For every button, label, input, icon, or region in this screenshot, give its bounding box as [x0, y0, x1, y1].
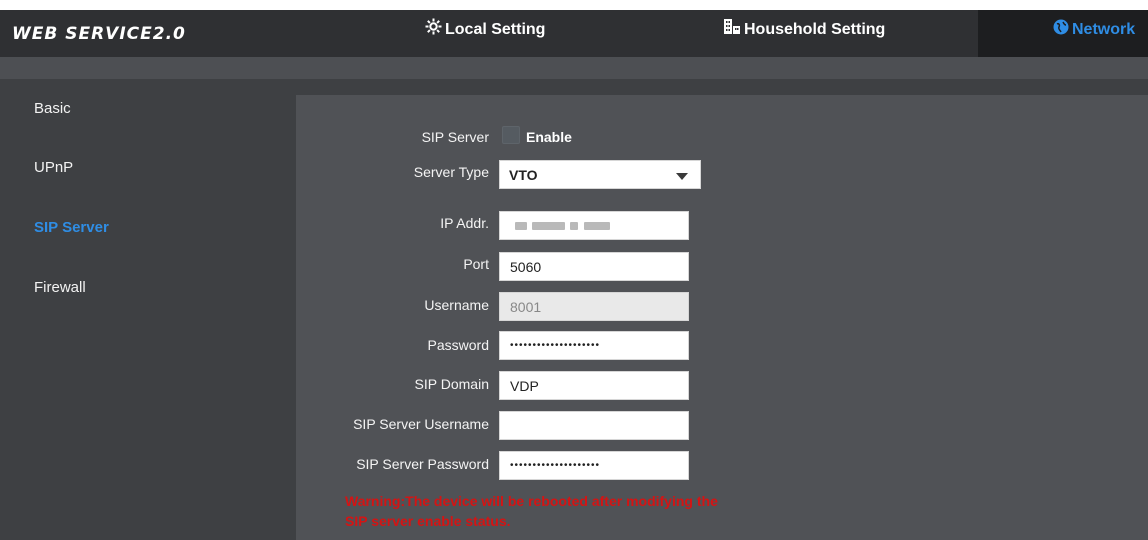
warning-line-1: Warning:The device will be rebooted afte… — [345, 493, 718, 509]
sidebar-item-basic[interactable]: Basic — [34, 100, 71, 117]
sip-domain-label: SIP Domain — [414, 376, 489, 392]
chevron-down-icon — [676, 173, 688, 180]
tab-household-setting[interactable]: Household Setting — [723, 16, 885, 44]
password-label: Password — [427, 337, 489, 353]
tab-local-setting[interactable]: Local Setting — [425, 16, 545, 44]
warning-line-2: SIP server enable status. — [345, 513, 511, 529]
port-field[interactable]: 5060 — [499, 252, 689, 281]
server-type-select[interactable]: VTO — [499, 160, 701, 189]
ip-addr-field[interactable] — [499, 211, 689, 240]
sidebar: Basic UPnP SIP Server Firewall — [0, 79, 296, 540]
gear-icon — [425, 18, 442, 42]
redacted-ip-segment — [584, 222, 610, 230]
username-label: Username — [424, 297, 489, 313]
server-type-label: Server Type — [413, 164, 489, 180]
tab-network[interactable]: Network — [1053, 16, 1135, 44]
sip-server-password-field[interactable]: •••••••••••••••••••• — [499, 451, 689, 480]
sip-server-enable-checkbox[interactable] — [502, 126, 520, 144]
tab-local-setting-label: Local Setting — [445, 21, 546, 38]
warning-message: Warning:The device will be rebooted afte… — [345, 491, 805, 531]
sip-server-label: SIP Server — [421, 129, 489, 145]
sip-server-username-label: SIP Server Username — [353, 416, 489, 432]
globe-icon — [1053, 19, 1069, 42]
server-type-value: VTO — [509, 167, 538, 183]
sip-server-password-label: SIP Server Password — [356, 456, 489, 472]
sidebar-item-upnp[interactable]: UPnP — [34, 159, 73, 176]
sip-domain-field[interactable]: VDP — [499, 371, 689, 400]
ip-addr-label: IP Addr. — [440, 215, 489, 231]
port-label: Port — [463, 256, 489, 272]
password-field[interactable]: •••••••••••••••••••• — [499, 331, 689, 360]
redacted-ip-segment — [532, 222, 565, 230]
sidebar-item-sip-server[interactable]: SIP Server — [34, 219, 109, 236]
building-icon — [723, 18, 741, 42]
redacted-ip-segment — [570, 222, 578, 230]
logo: WEB SERVICE2.0 — [12, 24, 186, 44]
tab-network-label: Network — [1072, 21, 1136, 38]
sub-header-bar — [0, 57, 1148, 79]
username-field[interactable]: 8001 — [499, 292, 689, 321]
enable-label: Enable — [526, 129, 572, 145]
sip-server-username-field[interactable] — [499, 411, 689, 440]
redacted-ip-segment — [515, 222, 527, 230]
content-top-strip — [296, 79, 1148, 95]
top-navigation-bar: WEB SERVICE2.0 Local Setting Household S… — [0, 10, 1148, 57]
sidebar-item-firewall[interactable]: Firewall — [34, 279, 86, 296]
tab-household-setting-label: Household Setting — [744, 21, 886, 38]
